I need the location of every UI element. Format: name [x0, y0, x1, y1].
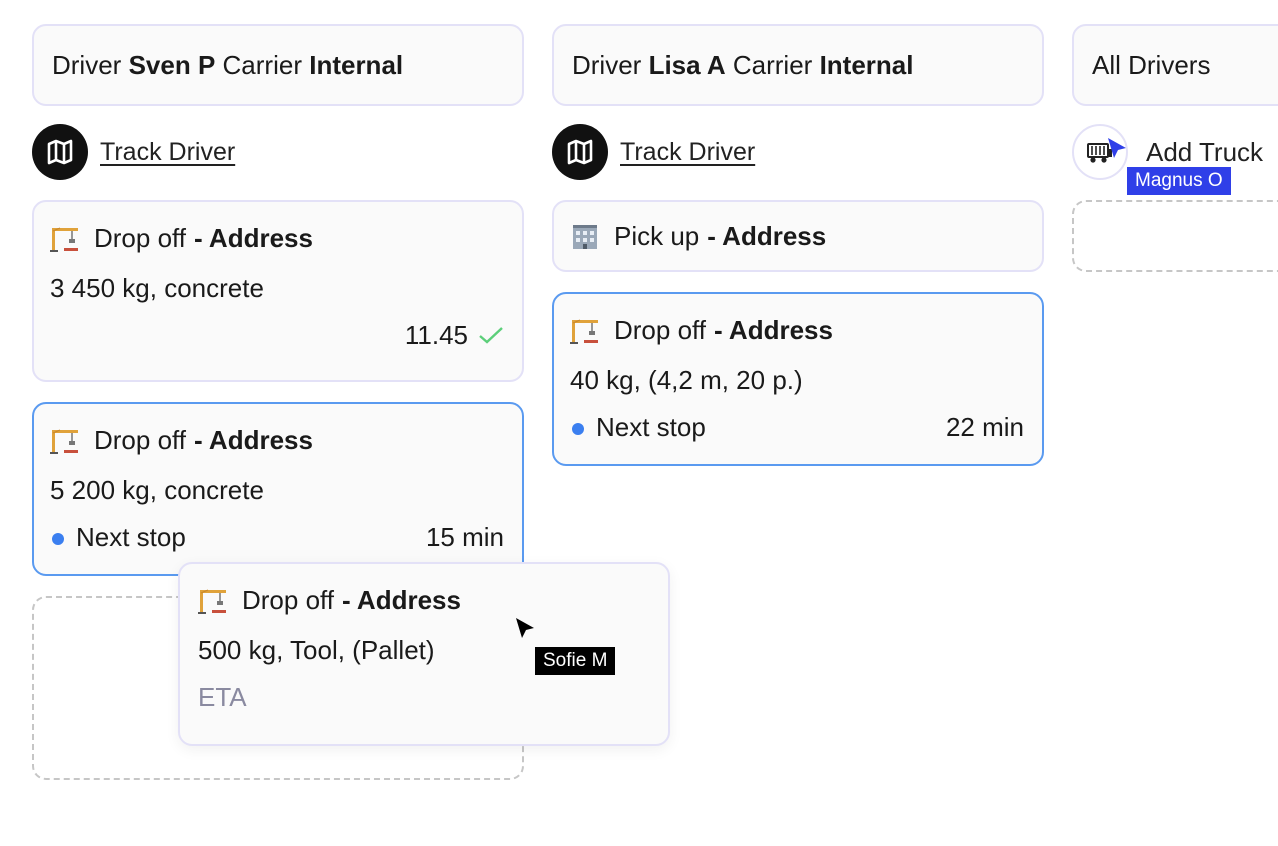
all-drivers-header[interactable]: All Drivers [1072, 24, 1278, 106]
all-drivers-column: All Drivers Add Truck [1072, 24, 1278, 272]
map-icon[interactable] [32, 124, 88, 180]
carrier-name: Internal [819, 49, 914, 80]
stop-type: Drop off [242, 584, 335, 615]
carrier-label: Carrier [222, 49, 302, 80]
stop-type: Drop off [94, 222, 187, 253]
stop-card-next[interactable]: Drop off - Address 40 kg, (4,2 m, 20 p.)… [552, 292, 1044, 466]
stop-type: Drop off [614, 314, 707, 345]
stop-eta: 22 min [945, 411, 1024, 442]
drop-placeholder[interactable] [1072, 200, 1278, 272]
stop-load: 5 200 kg, concrete [50, 475, 264, 505]
cursor-arrow-icon [516, 618, 534, 638]
crane-icon [570, 315, 600, 345]
driver-label: Driver [572, 49, 642, 80]
stop-address: - Address [714, 314, 833, 345]
stop-eta: 15 min [425, 521, 504, 552]
stop-address: - Address [342, 584, 461, 615]
stop-card[interactable]: Drop off - Address 3 450 kg, concrete 11… [32, 200, 524, 382]
pickup-card[interactable]: Pick up - Address [552, 200, 1044, 272]
eta-label: ETA [198, 682, 247, 712]
next-stop-dot [572, 422, 584, 435]
crane-icon [198, 585, 228, 615]
carrier-label: Carrier [732, 49, 813, 80]
driver-name: Sven P [128, 49, 216, 80]
track-driver-action[interactable]: Track Driver [552, 124, 1044, 180]
crane-icon [50, 223, 80, 253]
stop-load: 40 kg, (4,2 m, 20 p.) [570, 365, 803, 395]
crane-icon [50, 425, 80, 455]
driver-column-lisa: Driver Lisa A Carrier Internal Track Dri… [552, 24, 1044, 466]
next-stop-label: Next stop [596, 411, 706, 442]
all-drivers-title: All Drivers [1092, 49, 1211, 80]
driver-label: Driver [52, 49, 122, 80]
check-icon [479, 327, 503, 344]
track-driver-link[interactable]: Track Driver [620, 138, 755, 167]
stop-type: Pick up [614, 220, 700, 251]
building-icon [570, 221, 600, 251]
track-driver-link[interactable]: Track Driver [100, 138, 235, 167]
collaborator-tag-magnus: Magnus O [1127, 167, 1231, 195]
stop-card-next[interactable]: Drop off - Address 5 200 kg, concrete Ne… [32, 402, 524, 576]
collaborator-tag-sofie: Sofie M [535, 647, 616, 675]
driver-header[interactable]: Driver Lisa A Carrier Internal [552, 24, 1044, 106]
driver-name: Lisa A [648, 49, 726, 80]
stop-address: - Address [194, 222, 313, 253]
stop-address: - Address [707, 220, 827, 251]
map-icon[interactable] [552, 124, 608, 180]
stop-load: 3 450 kg, concrete [50, 273, 264, 303]
stop-time: 11.45 [404, 319, 468, 350]
cursor-arrow-icon [1108, 138, 1126, 158]
driver-header[interactable]: Driver Sven P Carrier Internal [32, 24, 524, 106]
next-stop-label: Next stop [76, 521, 186, 552]
add-truck-button[interactable]: Add Truck [1146, 137, 1263, 168]
track-driver-action[interactable]: Track Driver [32, 124, 524, 180]
next-stop-dot [52, 532, 64, 545]
carrier-name: Internal [309, 49, 404, 80]
stop-type: Drop off [94, 424, 187, 455]
stop-address: - Address [194, 424, 313, 455]
